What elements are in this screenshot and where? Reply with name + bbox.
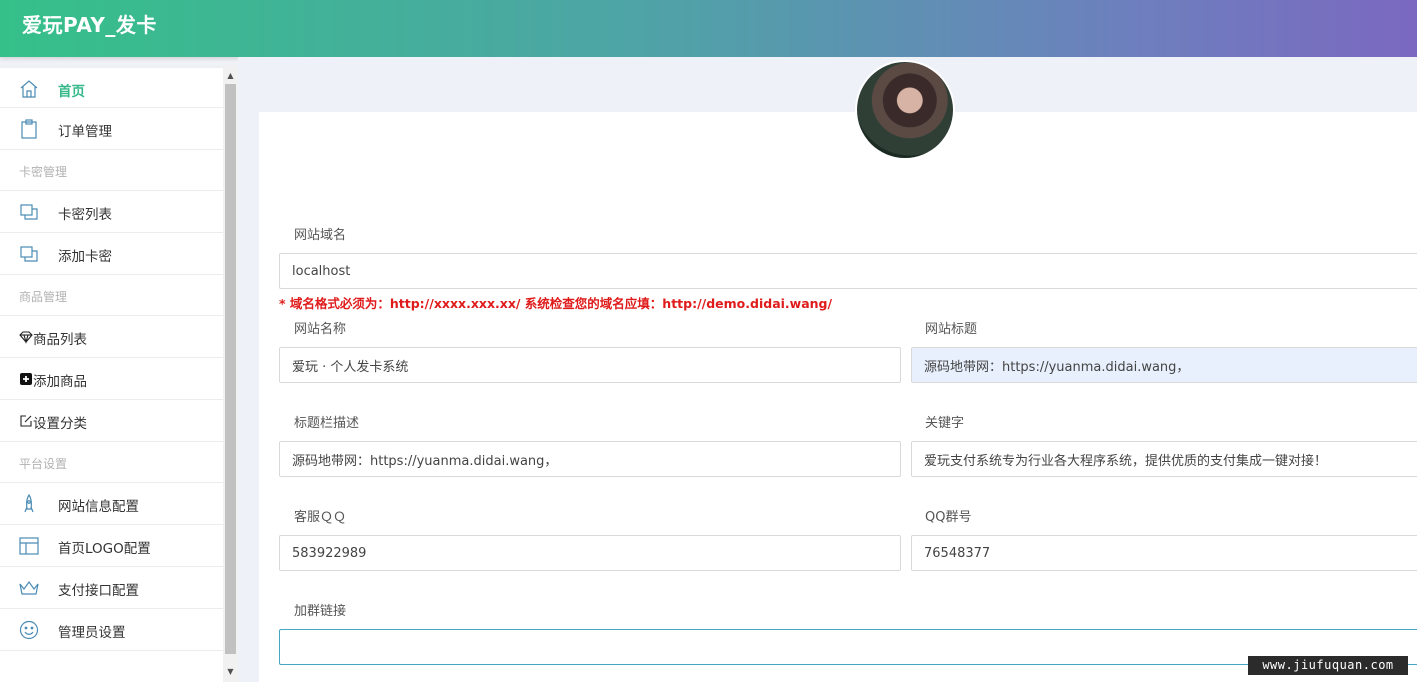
sidebar-item-orders[interactable]: 订单管理: [0, 108, 223, 150]
sidebar-item-label: 支付接口配置: [58, 583, 139, 599]
sidebar-group-platform: 平台设置: [0, 442, 223, 483]
sidebar-item-product-list[interactable]: 商品列表: [0, 316, 223, 358]
scroll-up-arrow-icon[interactable]: ▲: [223, 67, 238, 84]
qq-input[interactable]: [279, 535, 901, 571]
scroll-down-arrow-icon[interactable]: ▼: [223, 663, 238, 680]
sidebar-item-label: 订单管理: [58, 124, 112, 140]
sidebar-menu: 首页 订单管理 卡密管理 卡密列表 添加卡密 商品管理 商品列表 添加商品 设置…: [0, 65, 223, 651]
group-link-input[interactable]: [279, 629, 1417, 665]
keywords-input[interactable]: [911, 441, 1417, 477]
sidebar-item-home[interactable]: 首页: [0, 65, 223, 108]
crown-icon: [19, 580, 39, 595]
settings-card: [259, 112, 1417, 682]
qq-group-label: QQ群号: [925, 510, 972, 525]
keywords-label: 关键字: [925, 416, 965, 431]
sidebar-item-site-info[interactable]: 网站信息配置: [0, 483, 223, 525]
sidebar-item-label: 商品列表: [33, 332, 87, 348]
site-name-input[interactable]: [279, 347, 901, 383]
rocket-icon: [24, 493, 34, 513]
sidebar-group-products: 商品管理: [0, 275, 223, 316]
diamond-icon: [19, 331, 33, 344]
sidebar-item-label: 添加卡密: [58, 249, 112, 265]
sidebar-item-label: 卡密列表: [58, 207, 112, 223]
sidebar-item-add-card[interactable]: 添加卡密: [0, 233, 223, 275]
avatar[interactable]: [857, 62, 953, 158]
smile-icon: [19, 620, 39, 640]
plus-square-icon: [20, 373, 32, 385]
sidebar-item-label: 首页: [58, 84, 85, 100]
sidebar-item-categories[interactable]: 设置分类: [0, 400, 223, 442]
sidebar: 首页 订单管理 卡密管理 卡密列表 添加卡密 商品管理 商品列表 添加商品 设置…: [0, 65, 238, 682]
sidebar-item-label: 添加商品: [33, 374, 87, 390]
watermark: www.jiufuquan.com: [1248, 656, 1408, 675]
app-title[interactable]: 爱玩PAY_发卡: [22, 9, 157, 38]
sidebar-item-add-product[interactable]: 添加商品: [0, 358, 223, 400]
title-desc-input[interactable]: [279, 441, 901, 477]
site-name-label: 网站名称: [294, 322, 347, 337]
sidebar-item-label: 网站信息配置: [58, 499, 139, 515]
domain-input[interactable]: [279, 253, 1417, 289]
copy-icon: [20, 246, 38, 262]
clipboard-icon: [21, 119, 37, 139]
sidebar-item-label: 设置分类: [33, 416, 87, 432]
sidebar-group-label: 商品管理: [19, 290, 68, 304]
layout-icon: [19, 537, 39, 555]
qq-label: 客服ＱＱ: [294, 510, 347, 525]
domain-format-hint: * 域名格式必须为：http://xxxx.xxx.xx/ 系统检查您的域名应填…: [279, 296, 833, 311]
site-title-label: 网站标题: [925, 322, 978, 337]
sidebar-group-label: 卡密管理: [19, 165, 68, 179]
group-link-label: 加群链接: [294, 604, 347, 619]
top-header: 爱玩PAY_发卡: [0, 0, 1417, 57]
title-desc-label: 标题栏描述: [294, 416, 360, 431]
sidebar-item-logo[interactable]: 首页LOGO配置: [0, 525, 223, 567]
domain-label: 网站域名: [294, 228, 347, 243]
sidebar-item-label: 管理员设置: [58, 625, 126, 641]
sidebar-item-card-list[interactable]: 卡密列表: [0, 191, 223, 233]
sidebar-item-admin[interactable]: 管理员设置: [0, 609, 223, 651]
sidebar-item-payment[interactable]: 支付接口配置: [0, 567, 223, 609]
scrollbar-thumb[interactable]: [225, 84, 236, 654]
qq-group-input[interactable]: [911, 535, 1417, 571]
sidebar-item-label: 首页LOGO配置: [58, 541, 151, 557]
edit-icon: [20, 415, 32, 427]
sidebar-group-cards: 卡密管理: [0, 150, 223, 191]
sidebar-group-label: 平台设置: [19, 457, 68, 471]
site-title-input[interactable]: [911, 347, 1417, 383]
home-icon: [20, 80, 38, 98]
sidebar-scrollbar[interactable]: ▲ ▼: [223, 65, 238, 682]
copy-icon: [20, 204, 38, 220]
